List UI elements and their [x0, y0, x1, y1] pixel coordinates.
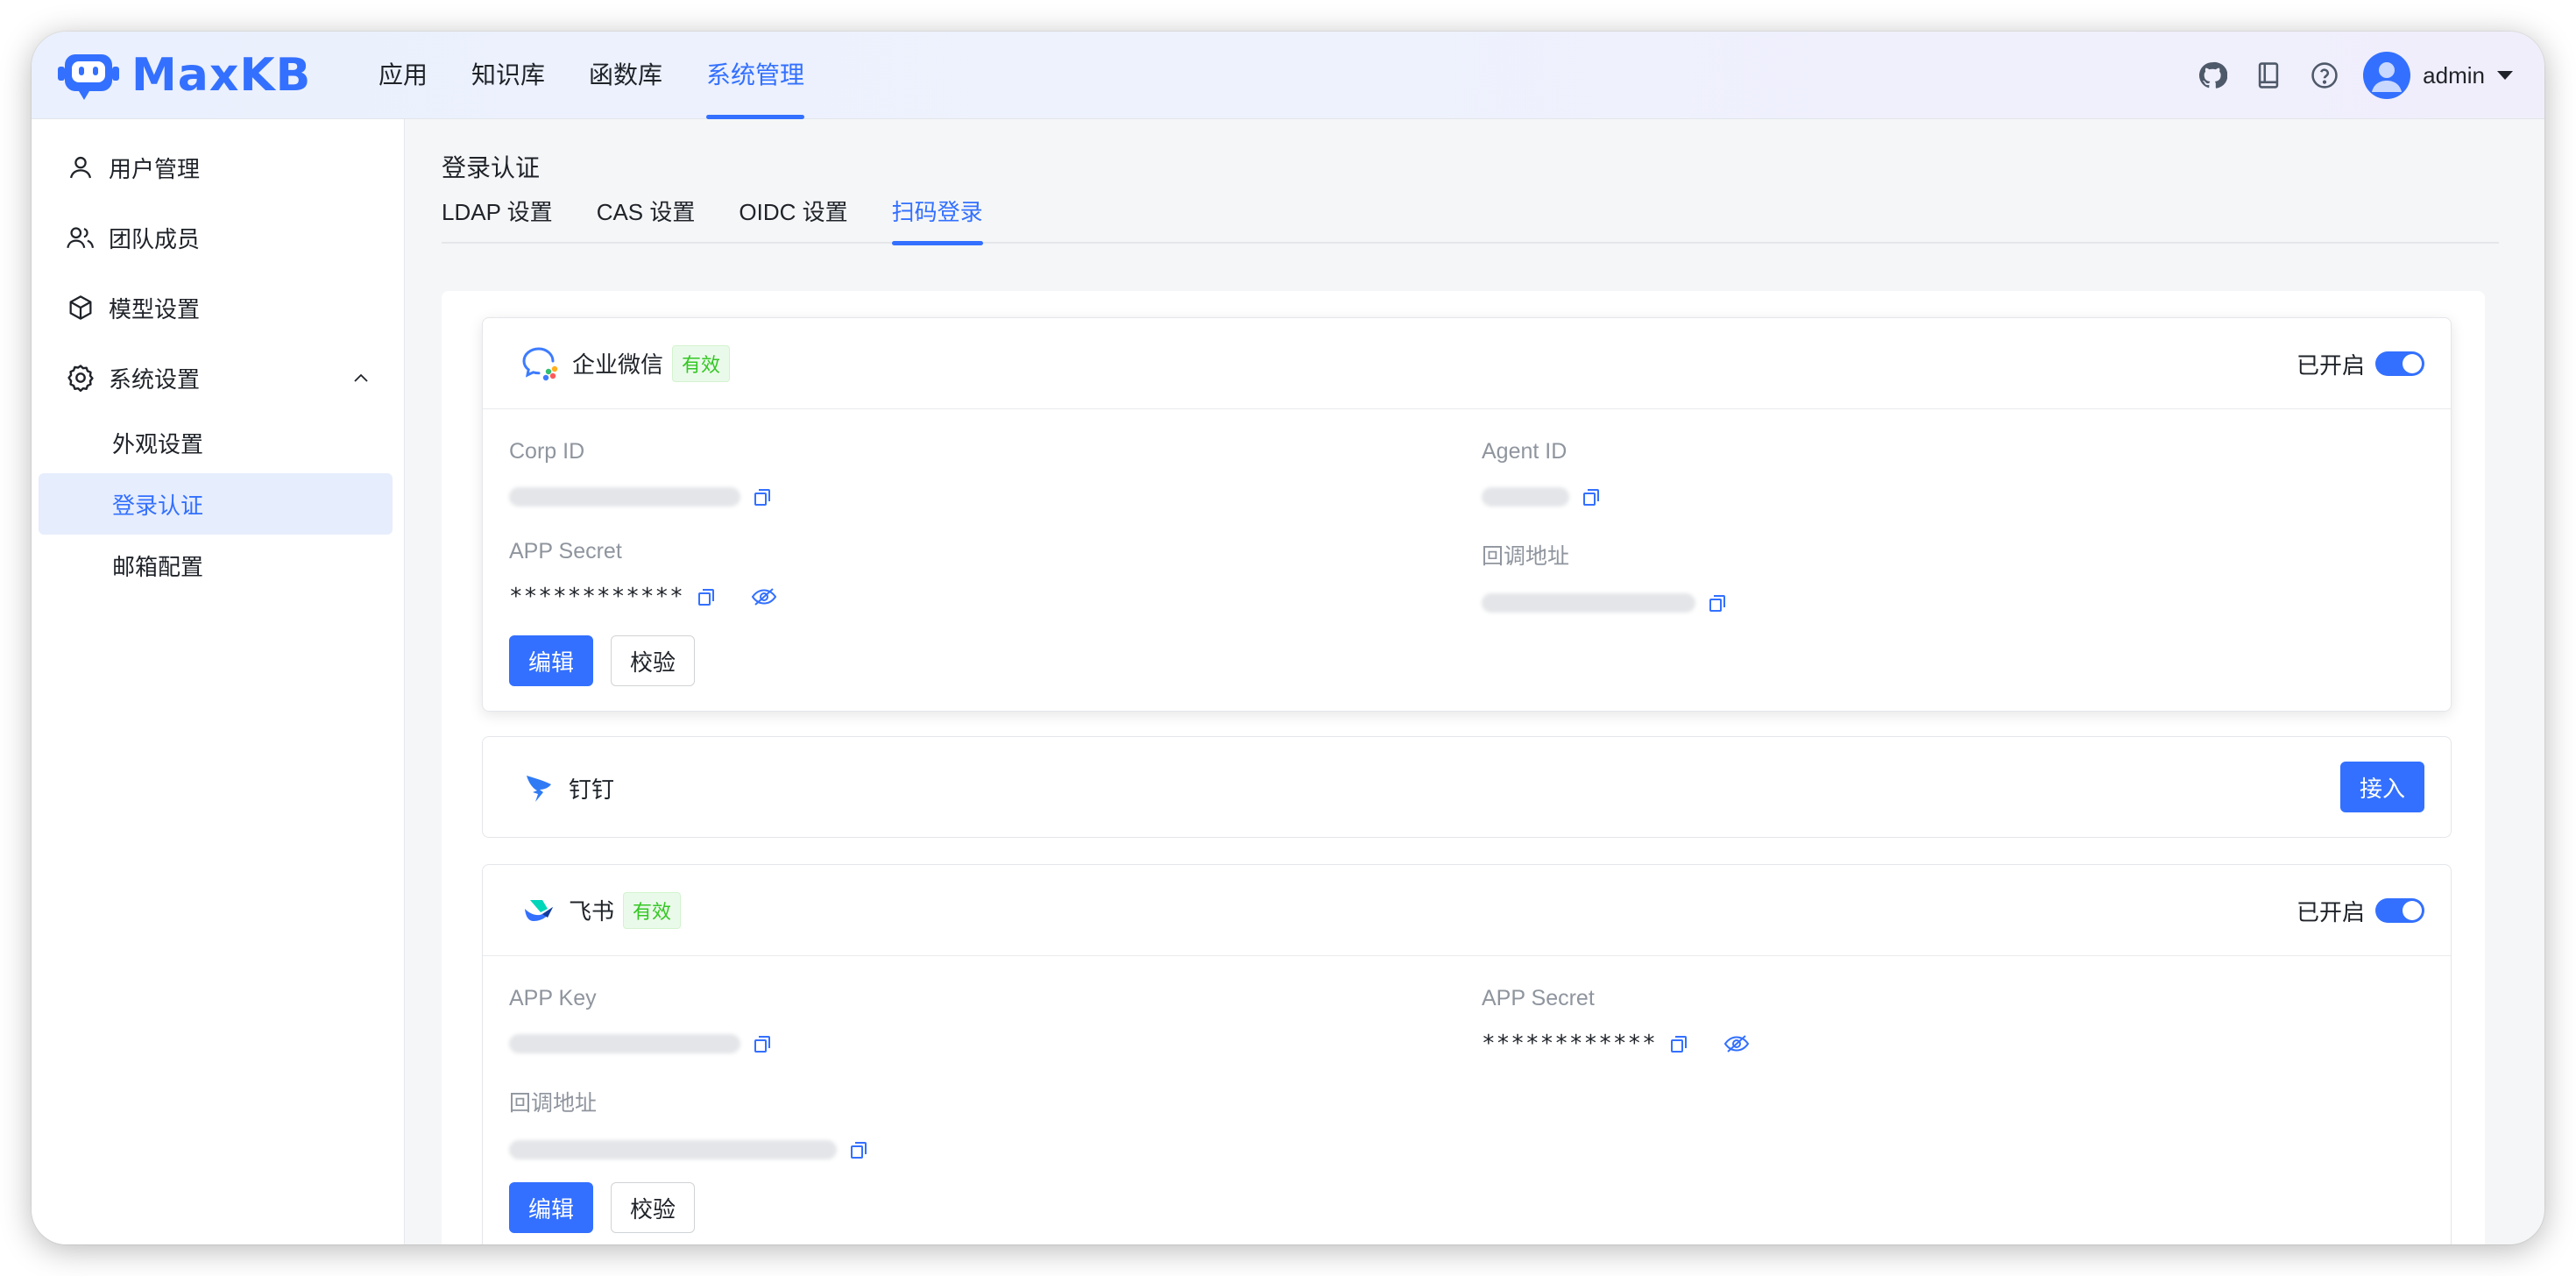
masked-value: [1482, 487, 1569, 507]
username[interactable]: admin: [2423, 62, 2485, 89]
corp-id-field: Corp ID: [509, 439, 774, 510]
feishu-callback-url-field: 回调地址: [509, 1086, 870, 1163]
sidebar-item-label: 用户管理: [109, 155, 201, 182]
feishu-title: 飞书: [569, 898, 615, 925]
feishu-card: 飞书 有效 已开启 APP Key APP Secret ***********…: [482, 864, 2452, 1244]
app-key-field: APP Key: [509, 986, 774, 1057]
sidebar-item-label: 模型设置: [109, 295, 201, 323]
dingtalk-card-header: 钉钉 接入: [483, 737, 2451, 839]
wecom-title: 企业微信: [572, 351, 664, 378]
feishu-enable-toggle[interactable]: [2375, 898, 2424, 923]
wecom-card: 企业微信 有效 已开启 Corp ID Agent ID APP Secret …: [482, 317, 2452, 712]
top-header: MaxKB 应用 知识库 函数库 系统管理 admin: [32, 32, 2544, 119]
feishu-icon: [525, 899, 553, 921]
avatar[interactable]: [2363, 52, 2411, 99]
dingtalk-connect-button[interactable]: 接入: [2340, 762, 2424, 812]
eye-off-icon[interactable]: [751, 585, 777, 608]
wecom-switch-group: 已开启: [2296, 318, 2424, 409]
copy-icon[interactable]: [1706, 592, 1729, 614]
secret-value: ************: [1482, 1031, 1657, 1057]
tab-cas[interactable]: CAS 设置: [597, 193, 696, 244]
app-name: MaxKB: [131, 49, 312, 102]
nav-functions[interactable]: 函数库: [589, 32, 662, 119]
cube-icon: [65, 292, 96, 323]
sidebar-item-team[interactable]: 团队成员: [32, 207, 405, 268]
app-window: MaxKB 应用 知识库 函数库 系统管理 admin 用户管理 团队成员 模型…: [32, 32, 2544, 1244]
qr-login-panel: 企业微信 有效 已开启 Corp ID Agent ID APP Secret …: [442, 291, 2485, 1244]
tab-qr-login[interactable]: 扫码登录: [891, 193, 983, 245]
user-icon: [65, 152, 96, 183]
field-label: Agent ID: [1482, 439, 1568, 464]
sidebar-item-label: 系统设置: [109, 365, 201, 393]
main-nav: 应用 知识库 函数库 系统管理: [379, 32, 848, 119]
field-label: APP Key: [509, 986, 597, 1010]
feishu-app-secret-field: APP Secret ************: [1482, 986, 1750, 1057]
sidebar-subitem-login-auth[interactable]: 登录认证: [39, 473, 393, 535]
header-actions: admin: [2174, 32, 2513, 119]
sidebar-item-label: 团队成员: [109, 225, 201, 252]
switch-label: 已开启: [2296, 351, 2365, 379]
field-label: APP Secret: [1482, 986, 1595, 1010]
wecom-enable-toggle[interactable]: [2375, 351, 2424, 376]
github-icon[interactable]: [2195, 58, 2230, 93]
sidebar-item-system-settings[interactable]: 系统设置: [32, 347, 405, 408]
status-badge: 有效: [672, 344, 731, 382]
logo[interactable]: MaxKB: [58, 49, 311, 102]
user-avatar-icon: [2372, 62, 2403, 92]
field-label: 回调地址: [1482, 544, 1570, 569]
chevron-up-icon[interactable]: [352, 372, 370, 384]
copy-icon[interactable]: [751, 486, 774, 508]
robot-logo-icon: [58, 54, 119, 100]
nav-system[interactable]: 系统管理: [706, 32, 805, 119]
wecom-card-header: 企业微信 有效 已开启: [483, 318, 2451, 409]
secret-value: ************: [509, 584, 684, 610]
sidebar-item-models[interactable]: 模型设置: [32, 277, 405, 338]
nav-apps[interactable]: 应用: [379, 32, 428, 119]
team-icon: [65, 222, 96, 253]
tab-ldap[interactable]: LDAP 设置: [442, 193, 553, 244]
book-icon[interactable]: [2251, 58, 2286, 93]
help-icon[interactable]: [2307, 58, 2342, 93]
feishu-switch-group: 已开启: [2296, 865, 2424, 956]
masked-value: [509, 487, 740, 507]
wecom-verify-button[interactable]: 校验: [611, 635, 695, 686]
dingtalk-card: 钉钉 接入: [482, 736, 2452, 838]
feishu-verify-button[interactable]: 校验: [611, 1182, 695, 1233]
feishu-card-header: 飞书 有效 已开启: [483, 865, 2451, 956]
feishu-edit-button[interactable]: 编辑: [509, 1182, 593, 1233]
sidebar-subitem-email[interactable]: 邮箱配置: [39, 535, 393, 596]
masked-value: [1482, 593, 1695, 613]
masked-value: [509, 1140, 837, 1159]
callback-url-field: 回调地址: [1482, 539, 1729, 616]
field-label: 回调地址: [509, 1091, 598, 1116]
dingtalk-icon: [527, 776, 551, 802]
field-label: APP Secret: [509, 539, 622, 564]
main-content: 登录认证 LDAP 设置 CAS 设置 OIDC 设置 扫码登录 企业微信 有效: [405, 119, 2544, 1244]
wecom-edit-button[interactable]: 编辑: [509, 635, 593, 686]
status-badge: 有效: [623, 891, 682, 929]
app-secret-field: APP Secret ************: [509, 539, 777, 610]
dingtalk-title: 钉钉: [569, 776, 615, 803]
auth-tabs: LDAP 设置 CAS 设置 OIDC 设置 扫码登录: [442, 193, 2499, 245]
copy-icon[interactable]: [847, 1138, 870, 1161]
sidebar-item-users[interactable]: 用户管理: [32, 137, 405, 198]
eye-off-icon[interactable]: [1723, 1032, 1750, 1055]
chevron-down-icon[interactable]: [2497, 71, 2513, 80]
agent-id-field: Agent ID: [1482, 439, 1603, 510]
copy-icon[interactable]: [751, 1032, 774, 1055]
switch-label: 已开启: [2296, 898, 2365, 925]
copy-icon[interactable]: [1580, 486, 1603, 508]
copy-icon[interactable]: [1667, 1032, 1690, 1055]
masked-value: [509, 1034, 740, 1053]
tab-oidc[interactable]: OIDC 设置: [739, 193, 847, 244]
page-title: 登录认证: [442, 154, 541, 181]
copy-icon[interactable]: [695, 585, 718, 608]
sidebar-subitem-appearance[interactable]: 外观设置: [39, 412, 393, 473]
gear-icon: [65, 362, 96, 393]
field-label: Corp ID: [509, 439, 585, 464]
nav-knowledge[interactable]: 知识库: [471, 32, 545, 119]
sidebar: 用户管理 团队成员 模型设置 系统设置 外观设置 登录认证 邮箱配置: [32, 119, 405, 1244]
wecom-icon: [522, 347, 558, 380]
